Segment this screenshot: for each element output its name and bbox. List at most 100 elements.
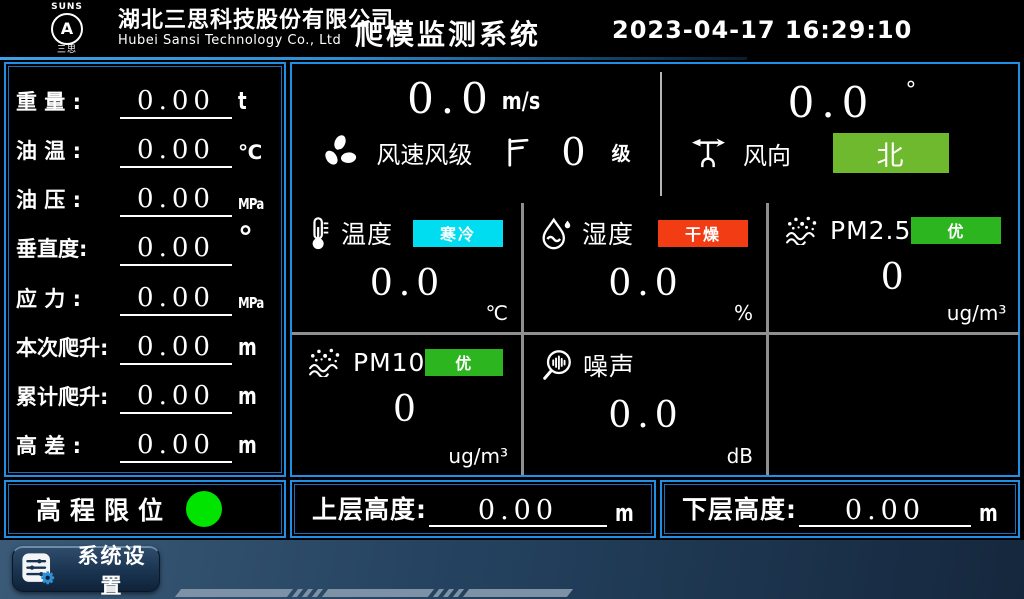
upper-height-value: 0.00 [429,497,607,527]
metric-value: 0.00 [120,283,232,316]
sensor-unit: ug/m³ [448,444,508,468]
metric-label: 本次爬升: [16,332,118,365]
wind-section: 0.0m/s 风速风级 0 [292,64,1018,203]
fan-icon [321,133,359,171]
sensor-cell-noise: 噪声 0.0 dB [524,335,769,475]
wind-speed-unit: m/s [502,87,540,115]
bottom-bar: 系统设置 [0,540,1024,599]
wind-grade-unit: 级 [612,139,631,166]
metric-value: 0.00 [120,86,232,119]
metric-unit: ° [238,221,274,250]
page-title: 爬模监测系统 [355,13,541,53]
wind-grade-value: 0 [561,133,585,171]
wind-direction-badge: 北 [833,133,949,173]
sensor-label: PM2.5 [830,216,911,245]
metric-unit: MPa [238,294,266,316]
metric-row-height-diff: 高 差 : 0.00 m [16,418,274,463]
metric-value: 0.00 [120,332,232,365]
metric-row-total-climb: 累计爬升: 0.00 m [16,369,274,414]
metric-value: 0.00 [120,430,232,463]
sensor-label: 湿度 [582,215,634,251]
metric-label: 高 差 : [16,430,118,463]
wind-speed-value: 0.0 [407,74,495,123]
settings-button[interactable]: 系统设置 [12,546,160,592]
metric-label: 累计爬升: [16,381,118,414]
sensor-label: 噪声 [583,347,635,383]
wind-direction-block: 0.0 ° 风向 北 [662,64,1018,203]
lower-height-value: 0.00 [799,497,971,527]
company-name-en: Hubei Sansi Technology Co., Ltd [118,34,394,49]
metric-unit: ℃ [238,140,274,168]
sensor-grid: 温度 寒冷 0.0 ℃ 湿度 干燥 0.0 [292,203,1018,475]
elevation-status-indicator [186,491,222,527]
metric-row-stress: 应 力 : 0.00 MPa [16,271,274,316]
upper-height-unit: m [615,499,634,527]
lower-height-label: 下层高度: [682,490,797,527]
wind-speed-label: 风速风级 [376,135,472,170]
metric-label: 油 温 : [16,135,118,168]
wind-vane-icon [690,137,726,169]
metric-label: 油 压 : [16,184,118,217]
sensor-value: 0.0 [540,398,752,434]
sensor-cell-pm25: PM2.5 优 0 ug/m³ [769,203,1019,335]
lower-height-panel: 下层高度: 0.00 m [660,480,1020,538]
metric-label: 垂直度: [16,233,118,266]
wind-grade-flag-icon [506,137,530,168]
logo-suns-text: SUNS [24,3,110,12]
sensor-cell-temperature: 温度 寒冷 0.0 ℃ [292,203,524,335]
lower-height-unit: m [979,499,998,527]
upper-height-label: 上层高度: [312,490,427,527]
metric-row-oil-pressure: 油 压 : 0.00 MPa [16,172,274,217]
sensor-unit: ug/m³ [947,301,1007,325]
wind-direction-label: 风向 [743,136,791,171]
metric-row-current-climb: 本次爬升: 0.00 m [16,320,274,365]
screen: SUNS A 三思 湖北三思科技股份有限公司 Hubei Sansi Techn… [0,0,1024,599]
sensor-value: 0.0 [308,266,507,302]
sensor-value: 0 [308,392,507,428]
elevation-limit-label: 高程限位 [36,491,172,527]
decorative-stripe [178,589,570,597]
sensor-unit: ℃ [486,301,508,325]
noise-icon [540,348,574,382]
droplet-icon [540,216,573,251]
sliders-gear-icon [21,552,56,587]
sensor-unit: % [734,301,753,325]
datetime-display: 2023-04-17 16:29:10 [612,16,912,44]
wind-speed-block: 0.0m/s 风速风级 0 [292,64,660,203]
metric-label: 应 力 : [16,283,118,316]
sensor-cell-humidity: 湿度 干燥 0.0 % [524,203,769,335]
sensor-value: 0.0 [540,266,752,302]
metric-unit: m [238,431,265,463]
status-badge: 干燥 [658,220,748,247]
upper-height-panel: 上层高度: 0.00 m [290,480,656,538]
metric-row-oil-temp: 油 温 : 0.00 ℃ [16,123,274,168]
status-badge: 寒冷 [413,220,503,247]
elevation-limit-panel: 高程限位 [4,480,286,538]
wind-direction-unit: ° [905,78,916,103]
logo-cn-text: 三思 [24,46,110,55]
metric-value: 0.00 [120,381,232,414]
metric-unit: m [238,333,265,365]
company-logo: SUNS A 三思 [24,3,110,55]
settings-button-label: 系统设置 [73,540,151,599]
metric-unit: m [238,382,265,414]
dust-icon [308,347,344,377]
metric-value: 0.00 [120,233,232,266]
metric-unit: t [238,87,265,119]
company-name-cn: 湖北三思科技股份有限公司 [118,8,394,33]
company-name: 湖北三思科技股份有限公司 Hubei Sansi Technology Co.,… [118,8,394,48]
wind-direction-value: 0.0 [788,78,876,127]
metric-unit: MPa [238,195,266,217]
sensor-cell-empty [769,335,1019,475]
dust-icon [785,215,821,245]
status-badge: 优 [911,217,1001,244]
sensor-label: 温度 [341,215,393,251]
thermometer-icon [308,216,332,251]
metrics-panel: 重 量 : 0.00 t 油 温 : 0.00 ℃ 油 压 : 0.00 MPa… [4,62,286,477]
metric-value: 0.00 [120,135,232,168]
sensor-value: 0 [785,260,1005,296]
header-divider [0,57,747,60]
metric-value: 0.00 [120,184,232,217]
sensor-cell-pm10: PM10 优 0 ug/m³ [292,335,524,475]
header: SUNS A 三思 湖北三思科技股份有限公司 Hubei Sansi Techn… [0,0,1024,57]
